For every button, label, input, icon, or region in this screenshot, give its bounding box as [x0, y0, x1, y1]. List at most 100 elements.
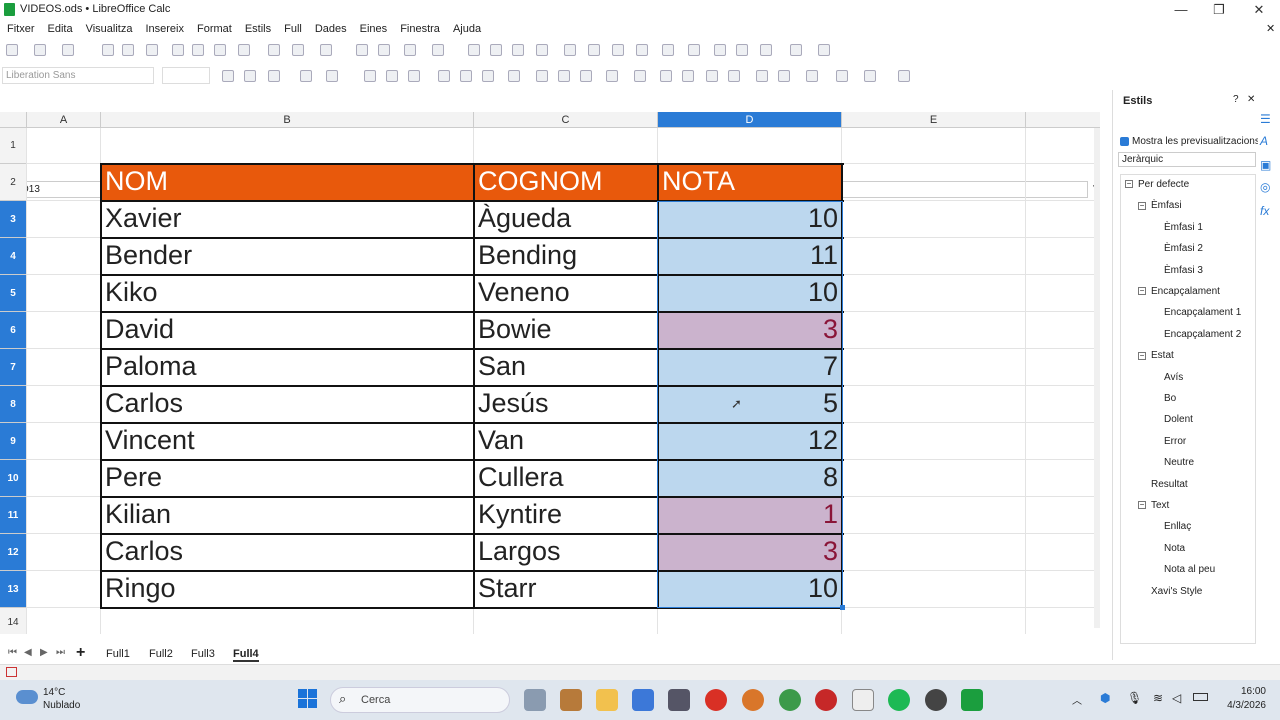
- format-tool-icon[interactable]: [660, 70, 672, 82]
- style-filter-select[interactable]: Jeràrquic: [1118, 152, 1256, 167]
- format-tool-icon[interactable]: [558, 70, 570, 82]
- toolbar-tool-icon[interactable]: [238, 44, 250, 56]
- toolbar-tool-icon[interactable]: [6, 44, 18, 56]
- toolbar-tool-icon[interactable]: [760, 44, 772, 56]
- menu-item-10[interactable]: Ajuda: [453, 20, 481, 38]
- styles-tab-icon[interactable]: A: [1260, 134, 1268, 148]
- document-icon[interactable]: [852, 689, 874, 711]
- obs-icon[interactable]: [925, 689, 947, 711]
- format-tool-icon[interactable]: [268, 70, 280, 82]
- spotify-icon[interactable]: [888, 689, 910, 711]
- toolbar-tool-icon[interactable]: [214, 44, 226, 56]
- style-tree-item[interactable]: Error: [1164, 436, 1186, 447]
- toolbar-tool-icon[interactable]: [636, 44, 648, 56]
- format-tool-icon[interactable]: [408, 70, 420, 82]
- help-icon[interactable]: ?: [1233, 94, 1239, 105]
- chrome-profile3-icon[interactable]: [815, 689, 837, 711]
- toolbar-tool-icon[interactable]: [688, 44, 700, 56]
- windows-start-icon[interactable]: [298, 689, 318, 709]
- style-tree-item[interactable]: Enllaç: [1164, 521, 1191, 532]
- format-tool-icon[interactable]: [706, 70, 718, 82]
- fill-handle[interactable]: [840, 605, 845, 610]
- close-document-icon[interactable]: ✕: [1266, 22, 1275, 35]
- row-header-11[interactable]: 11: [0, 497, 27, 534]
- format-tool-icon[interactable]: [386, 70, 398, 82]
- format-tool-icon[interactable]: [898, 70, 910, 82]
- table-cell[interactable]: Kyntire: [474, 497, 658, 534]
- table-cell[interactable]: Carlos: [101, 534, 474, 571]
- volume-icon[interactable]: ◁: [1172, 691, 1181, 705]
- row-header-8[interactable]: 8: [0, 386, 27, 423]
- toolbar-tool-icon[interactable]: [714, 44, 726, 56]
- style-tree-item[interactable]: Avís: [1164, 372, 1183, 383]
- task-view-icon[interactable]: [524, 689, 546, 711]
- style-tree-item[interactable]: Nota al peu: [1164, 564, 1215, 575]
- column-header-B[interactable]: B: [101, 112, 474, 128]
- format-tool-icon[interactable]: [682, 70, 694, 82]
- toolbar-tool-icon[interactable]: [292, 44, 304, 56]
- gallery-tab-icon[interactable]: ▣: [1260, 158, 1271, 172]
- row-header-13[interactable]: 13: [0, 571, 27, 608]
- prev-sheet-icon[interactable]: ◀: [24, 647, 32, 658]
- maximize-icon[interactable]: ❐: [1204, 2, 1234, 18]
- wifi-icon[interactable]: ≋: [1153, 691, 1163, 705]
- functions-tab-icon[interactable]: fx: [1260, 204, 1269, 218]
- style-tree-item[interactable]: Èmfasi 2: [1164, 243, 1203, 254]
- toolbar-tool-icon[interactable]: [512, 44, 524, 56]
- menu-item-2[interactable]: Visualitza: [86, 20, 133, 38]
- close-icon[interactable]: ✕: [1244, 2, 1274, 18]
- format-tool-icon[interactable]: [864, 70, 876, 82]
- table-cell[interactable]: Kilian: [101, 497, 474, 534]
- table-cell[interactable]: Cullera: [474, 460, 658, 497]
- table-cell[interactable]: Xavier: [101, 201, 474, 238]
- clock-time[interactable]: 16:00: [1232, 686, 1266, 697]
- style-tree-item[interactable]: − Estat: [1138, 350, 1174, 361]
- format-tool-icon[interactable]: [300, 70, 312, 82]
- menu-item-4[interactable]: Format: [197, 20, 232, 38]
- toolbar-tool-icon[interactable]: [662, 44, 674, 56]
- table-cell[interactable]: Starr: [474, 571, 658, 608]
- toolbar-tool-icon[interactable]: [192, 44, 204, 56]
- table-cell[interactable]: Veneno: [474, 275, 658, 312]
- chevron-up-icon[interactable]: ︿: [1072, 692, 1082, 707]
- select-all-corner[interactable]: [0, 112, 27, 128]
- style-tree-item[interactable]: Èmfasi 3: [1164, 265, 1203, 276]
- navigator-tab-icon[interactable]: ◎: [1260, 180, 1270, 194]
- style-tree-item[interactable]: Resultat: [1151, 479, 1188, 490]
- toolbar-tool-icon[interactable]: [62, 44, 74, 56]
- last-sheet-icon[interactable]: ⏭: [56, 647, 65, 658]
- table-cell[interactable]: Àgueda: [474, 201, 658, 238]
- table-cell[interactable]: Vincent: [101, 423, 474, 460]
- collapse-icon[interactable]: −: [1138, 201, 1146, 210]
- battery-icon[interactable]: [1193, 693, 1208, 701]
- vertical-scrollbar[interactable]: [1094, 128, 1100, 628]
- format-tool-icon[interactable]: [580, 70, 592, 82]
- style-tree-item[interactable]: − Encapçalament: [1138, 286, 1220, 297]
- format-tool-icon[interactable]: [508, 70, 520, 82]
- table-cell[interactable]: David: [101, 312, 474, 349]
- row-header-14[interactable]: 14: [0, 608, 27, 634]
- menu-item-3[interactable]: Insereix: [145, 20, 184, 38]
- table-cell[interactable]: Pere: [101, 460, 474, 497]
- column-header-D[interactable]: D: [658, 112, 842, 128]
- chrome-icon[interactable]: [705, 689, 727, 711]
- libreoffice-calc-icon[interactable]: [961, 689, 983, 711]
- properties-tab-icon[interactable]: ☰: [1260, 112, 1271, 126]
- collapse-icon[interactable]: −: [1138, 351, 1146, 360]
- table-header-cell[interactable]: COGNOM: [474, 164, 658, 201]
- chrome-profile-icon[interactable]: [742, 689, 764, 711]
- style-tree-item[interactable]: Nota: [1164, 543, 1185, 554]
- style-tree-item[interactable]: Bo: [1164, 393, 1176, 404]
- style-tree-item[interactable]: − Per defecte: [1125, 179, 1189, 190]
- toolbar-tool-icon[interactable]: [818, 44, 830, 56]
- font-name-box[interactable]: Liberation Sans: [2, 67, 154, 84]
- column-header-extra[interactable]: [1026, 112, 1100, 128]
- menu-item-1[interactable]: Edita: [48, 20, 73, 38]
- sheet-tab-Full2[interactable]: Full2: [149, 648, 173, 660]
- library-app-icon[interactable]: [560, 689, 582, 711]
- next-sheet-icon[interactable]: ▶: [40, 647, 48, 658]
- sheet-tab-Full3[interactable]: Full3: [191, 648, 215, 660]
- chrome-profile2-icon[interactable]: [779, 689, 801, 711]
- toolbar-tool-icon[interactable]: [612, 44, 624, 56]
- style-tree-item[interactable]: − Text: [1138, 500, 1169, 511]
